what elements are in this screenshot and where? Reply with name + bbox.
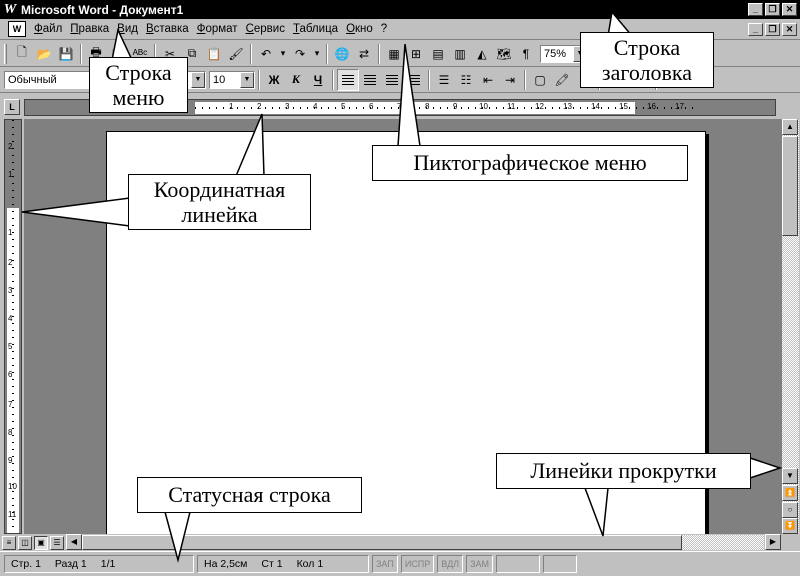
callout-toolbar: Пиктографическое меню <box>372 145 688 181</box>
scroll-callout-pointer-right <box>749 456 783 480</box>
menu-callout-pointer <box>111 27 134 61</box>
status-callout-pointer <box>164 511 191 563</box>
ruler-callout-pointer-top <box>234 113 265 177</box>
callout-menu-bar: Строка меню <box>89 57 188 113</box>
callout-status-bar: Статусная строка <box>137 477 362 513</box>
toolbar-callout-pointer <box>397 43 421 147</box>
ruler-callout-pointer-left <box>21 197 131 227</box>
callout-title-bar: Строка заголовка <box>580 32 714 88</box>
callout-scrollbars: Линейки прокрутки <box>496 453 751 489</box>
callout-ruler: Координатная линейка <box>128 174 311 230</box>
scroll-callout-pointer-bottom <box>583 487 609 537</box>
